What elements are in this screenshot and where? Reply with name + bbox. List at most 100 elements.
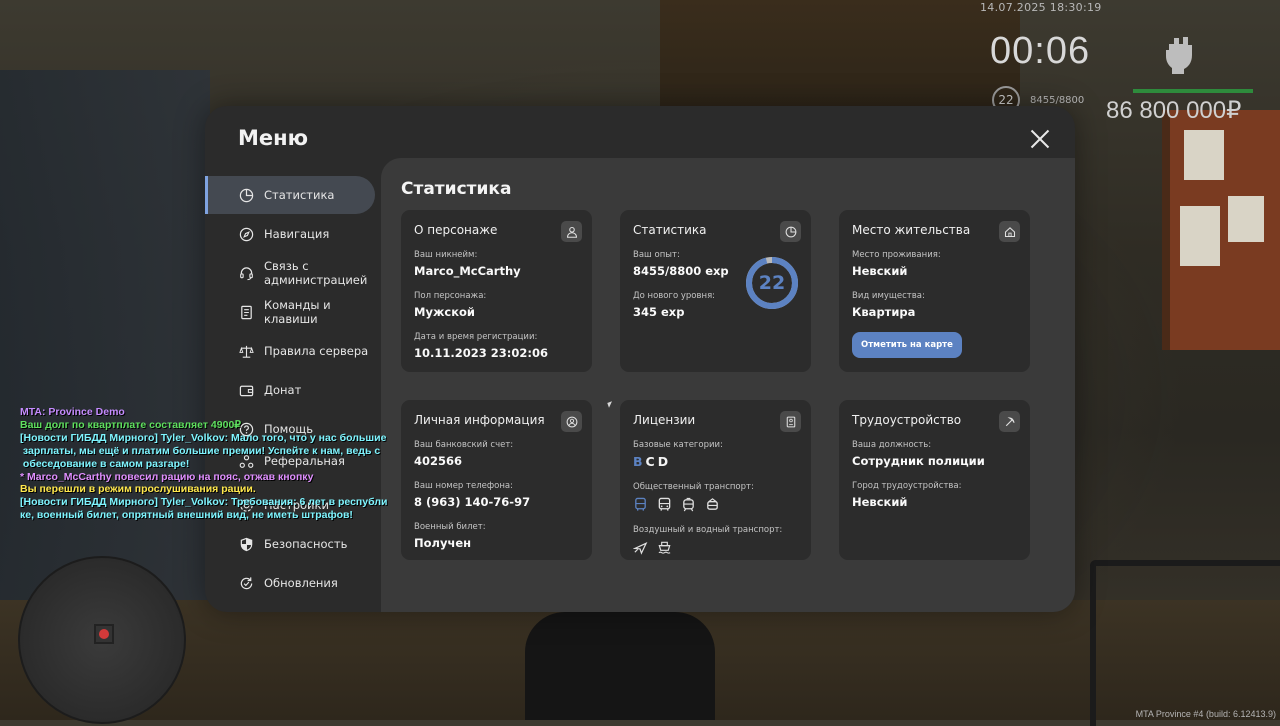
bank-label: Ваш банковский счет: <box>414 440 514 450</box>
card-employment: Трудоустройство Ваша должность: Сотрудни… <box>839 400 1030 560</box>
license-category-c: C <box>645 454 658 469</box>
plane-icon <box>633 542 648 555</box>
basic-categories-label: Базовые категории: <box>633 440 723 450</box>
scales-icon <box>238 343 254 359</box>
chat-line: [Новости ГИБДД Мирного] Tyler_Volkov: Тр… <box>20 496 388 522</box>
property-label: Вид имущества: <box>852 291 925 301</box>
card-licenses: Лицензии Базовые категории: BCD Обществе… <box>620 400 811 560</box>
card-personal-info: Личная информация Ваш банковский счет: 4… <box>401 400 592 560</box>
property-value: Квартира <box>852 305 916 319</box>
military-label: Военный билет: <box>414 522 486 532</box>
background-wall <box>0 70 210 630</box>
position-label: Ваша должность: <box>852 440 932 450</box>
content-panel: Статистика О персонаже Ваш никнейм: Marc… <box>381 158 1075 612</box>
chat-line: * Marco_McCarthy повесил рацию на пояс, … <box>20 470 314 483</box>
pie-chart-icon <box>780 221 801 242</box>
nickname-value: Marco_McCarthy <box>414 264 521 278</box>
home-icon <box>999 221 1020 242</box>
nav-item-statistics[interactable]: Статистика <box>205 176 375 214</box>
minimap <box>18 556 186 724</box>
nav-item-updates[interactable]: Обновления <box>205 564 375 602</box>
job-city-label: Город трудоустройства: <box>852 481 962 491</box>
nav-label: Команды и клавиши <box>264 298 331 326</box>
hud-timer: 00:06 <box>990 30 1091 72</box>
hud-money: 86 800 000₽ <box>1106 97 1242 124</box>
job-city-value: Невский <box>852 495 908 509</box>
fist-icon <box>1166 37 1192 74</box>
nav-item-donate[interactable]: Донат <box>205 371 375 409</box>
gender-label: Пол персонажа: <box>414 291 487 301</box>
build-info: MTA Province #4 (build: 6.12413.9) <box>1135 709 1276 719</box>
nav-item-commands[interactable]: Команды и клавиши <box>205 293 375 331</box>
menu-window: Меню Статистика Навигация Связь с админи… <box>205 106 1075 612</box>
position-value: Сотрудник полиции <box>852 454 985 468</box>
player-blip-icon <box>94 624 114 644</box>
document-icon <box>238 304 254 320</box>
card-title: Статистика <box>633 223 707 237</box>
registration-value: 10.11.2023 23:02:06 <box>414 346 548 360</box>
public-transport-label: Общественный транспорт: <box>633 482 754 492</box>
military-value: Получен <box>414 536 472 550</box>
chat-log: MTA: Province Demo Ваш долг по квартплат… <box>20 406 420 522</box>
nav-item-admin-contact[interactable]: Связь с администрацией <box>205 254 375 292</box>
place-label: Место проживания: <box>852 250 941 260</box>
nav-label: Связь с администрацией <box>264 259 368 287</box>
ship-icon <box>658 541 671 554</box>
public-transport-icons <box>633 497 798 512</box>
wallet-icon <box>238 382 254 398</box>
phone-value: 8 (963) 140-76-97 <box>414 495 531 509</box>
profile-circle-icon <box>561 411 582 432</box>
nav-label: Правила сервера <box>264 344 369 358</box>
shield-icon <box>238 536 254 552</box>
nav-item-navigation[interactable]: Навигация <box>205 215 375 253</box>
refresh-icon <box>238 575 254 591</box>
pie-chart-icon <box>238 187 254 203</box>
gender-value: Мужской <box>414 305 475 319</box>
bank-value: 402566 <box>414 454 463 468</box>
license-icon <box>780 411 801 432</box>
nav-label: Статистика <box>264 188 335 202</box>
card-title: Лицензии <box>633 413 696 427</box>
chat-line: [Новости ГИБДД Мирного] Tyler_Volkov: Ма… <box>20 431 387 470</box>
pickaxe-icon <box>999 411 1020 432</box>
background-door <box>660 0 1020 120</box>
bus-icon <box>635 497 646 511</box>
content-title: Статистика <box>401 179 512 199</box>
card-title: Место жительства <box>852 223 971 237</box>
card-character: О персонаже Ваш никнейм: Marco_McCarthy … <box>401 210 592 372</box>
place-value: Невский <box>852 264 908 278</box>
user-icon <box>561 221 582 242</box>
level-value: 22 <box>758 272 786 294</box>
air-water-transport-icons <box>633 540 798 555</box>
nav-item-security[interactable]: Безопасность <box>205 525 375 563</box>
license-category-d: D <box>657 454 672 469</box>
nav-item-rules[interactable]: Правила сервера <box>205 332 375 370</box>
close-icon[interactable] <box>1031 130 1049 148</box>
card-statistics: Статистика Ваш опыт: 8455/8800 exp До но… <box>620 210 811 372</box>
license-categories: BCD <box>633 454 798 469</box>
card-residence: Место жительства Место проживания: Невск… <box>839 210 1030 372</box>
card-title: Трудоустройство <box>852 413 962 427</box>
headset-icon <box>238 265 254 281</box>
chat-line: Вы перешли в режим прослушивания рации. <box>20 483 256 496</box>
background-chair <box>1090 560 1280 726</box>
hud-health-bar <box>1133 89 1253 93</box>
license-category-b: B <box>633 454 646 469</box>
hud-exp: 8455/8800 <box>1030 95 1085 106</box>
chat-line: Ваш долг по квартплате составляет 4900₽ <box>20 418 241 431</box>
coach-icon <box>658 497 671 511</box>
registration-label: Дата и время регистрации: <box>414 332 538 342</box>
nickname-label: Ваш никнейм: <box>414 250 478 260</box>
nav-label: Донат <box>264 383 302 397</box>
player-character <box>525 612 715 720</box>
card-title: Личная информация <box>414 413 545 427</box>
compass-icon <box>238 226 254 242</box>
background-notice-board <box>1162 110 1280 350</box>
nav-label: Обновления <box>264 576 338 590</box>
menu-title: Меню <box>238 126 309 150</box>
nav-label: Навигация <box>264 227 330 241</box>
mark-on-map-button[interactable]: Отметить на карте <box>852 332 962 358</box>
trolleybus-icon <box>707 498 718 510</box>
hud-datetime: 14.07.2025 18:30:19 <box>980 1 1102 14</box>
tram-icon <box>683 497 694 512</box>
